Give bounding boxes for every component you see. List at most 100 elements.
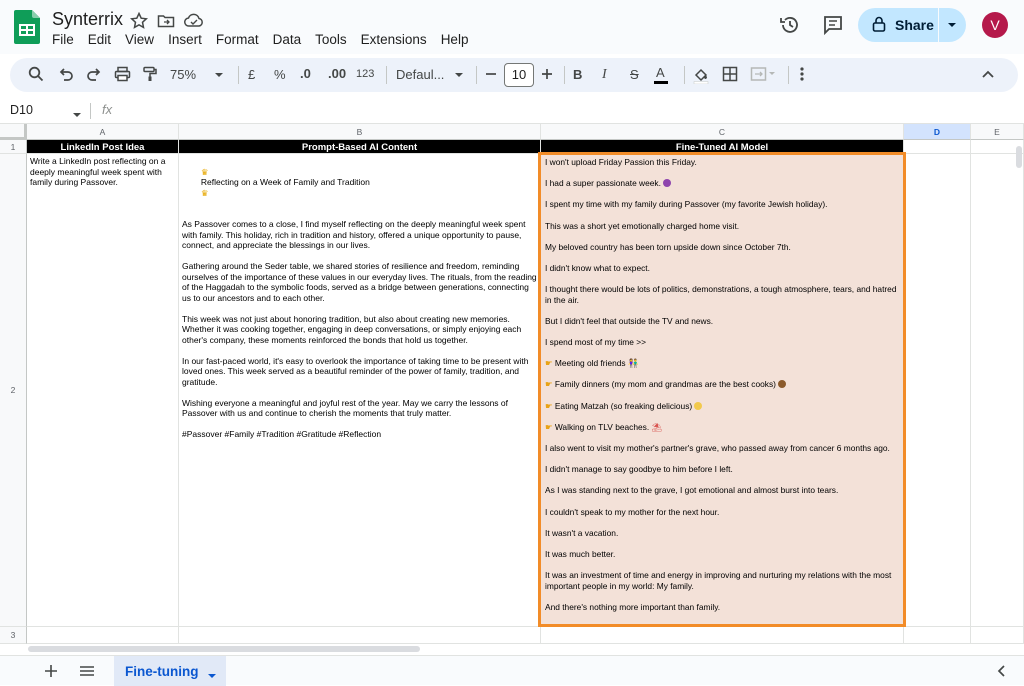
menu-tools[interactable]: Tools	[315, 32, 347, 47]
increase-font-size-icon[interactable]	[540, 66, 554, 84]
zoom-select[interactable]: 75%	[170, 67, 223, 85]
font-name: Defaul...	[396, 67, 445, 82]
text-color-button[interactable]: A	[654, 65, 668, 84]
fine-tuned-line: I didn't manage to say goodbye to him be…	[545, 464, 733, 475]
more-options-icon[interactable]	[798, 66, 806, 84]
borders-icon[interactable]	[722, 66, 738, 84]
cell-d2[interactable]	[904, 154, 971, 627]
font-caret-icon	[454, 70, 464, 80]
decrease-decimal-label: .0	[300, 66, 311, 81]
menu-view[interactable]: View	[125, 32, 154, 47]
redo-icon[interactable]	[86, 66, 102, 84]
vertical-scroll-thumb[interactable]	[1016, 146, 1022, 168]
search-menus-icon[interactable]	[28, 66, 44, 84]
fine-tuned-bullet: ☛ Meeting old friends 👫	[545, 358, 899, 369]
font-size-input[interactable]: 10	[504, 63, 534, 87]
column-header-b[interactable]: B	[179, 124, 541, 140]
cloud-status-icon[interactable]	[184, 12, 203, 30]
version-history-icon[interactable]	[779, 14, 801, 36]
prompt-title-text: Reflecting on a Week of Family and Tradi…	[200, 177, 370, 187]
add-sheet-icon[interactable]	[44, 664, 58, 683]
column-header-c[interactable]: C	[541, 124, 904, 140]
purple-heart-icon	[662, 179, 671, 188]
column-header-a[interactable]: A	[27, 124, 179, 140]
cell-d1[interactable]	[904, 140, 971, 154]
header-cell-fine-tuned[interactable]: Fine-Tuned AI Model	[541, 140, 904, 154]
percent-button[interactable]: %	[274, 67, 286, 85]
print-icon[interactable]	[114, 66, 131, 84]
decrease-decimal-button[interactable]: .0	[300, 66, 311, 84]
currency-button[interactable]: £	[248, 67, 255, 85]
collapse-sidebar-icon[interactable]	[996, 664, 1006, 683]
menu-file[interactable]: File	[52, 32, 74, 47]
font-select[interactable]: Defaul...	[396, 67, 463, 85]
food-emoji-icon	[777, 380, 786, 389]
column-header-d[interactable]: D	[904, 124, 971, 140]
spreadsheet-grid: A B C D E 1 2 3 LinkedIn Post Idea Promp…	[0, 124, 1024, 654]
paint-format-icon[interactable]	[142, 66, 158, 84]
strikethrough-button[interactable]: S	[630, 67, 639, 85]
merge-cells-icon[interactable]	[750, 66, 776, 84]
column-header-e[interactable]: E	[971, 124, 1024, 140]
cell-prompt-based-content[interactable]: ♛ Reflecting on a Week of Family and Tra…	[179, 154, 541, 627]
fill-color-icon[interactable]	[692, 66, 710, 84]
avatar[interactable]: V	[982, 12, 1008, 38]
menu-data[interactable]: Data	[273, 32, 302, 47]
header-cell-linkedin-idea[interactable]: LinkedIn Post Idea	[27, 140, 179, 154]
menu-edit[interactable]: Edit	[88, 32, 111, 47]
beach-emoji-icon: ⛱	[651, 421, 663, 432]
fine-tuned-line: But I didn't feel that outside the TV an…	[545, 315, 714, 326]
bold-button[interactable]: B	[573, 67, 582, 85]
sheet-tab-label: Fine-tuning	[125, 664, 199, 679]
star-icon[interactable]	[129, 11, 149, 30]
cell-c3[interactable]	[541, 627, 904, 644]
increase-decimal-button[interactable]: .00	[328, 66, 346, 84]
menu-extensions[interactable]: Extensions	[361, 32, 427, 47]
fine-tuned-line-text: I had a super passionate week.	[545, 178, 661, 189]
fine-tuned-line: It wasn't a vacation.	[545, 527, 619, 538]
decrease-font-size-icon[interactable]	[484, 66, 498, 84]
fine-tuned-bullet-text: Walking on TLV beaches.	[554, 421, 650, 432]
all-sheets-icon[interactable]	[79, 664, 95, 683]
fine-tuned-line: I couldn't speak to my mother for the ne…	[545, 506, 720, 517]
menu-format[interactable]: Format	[216, 32, 259, 47]
cell-fine-tuned-content[interactable]: I won't upload Friday Passion this Frida…	[541, 154, 904, 627]
menu-insert[interactable]: Insert	[168, 32, 202, 47]
name-box-caret-icon[interactable]	[72, 107, 82, 125]
increase-decimal-label: .00	[328, 66, 347, 81]
toolbar-divider	[386, 66, 387, 84]
header-cell-prompt-based[interactable]: Prompt-Based AI Content	[179, 140, 541, 154]
row-header-1[interactable]: 1	[0, 140, 27, 154]
select-all-corner[interactable]	[0, 124, 27, 140]
horizontal-scrollbar[interactable]	[28, 644, 1018, 654]
more-formats-button[interactable]: 123	[356, 68, 374, 86]
undo-icon[interactable]	[58, 66, 74, 84]
name-box[interactable]: D10	[10, 103, 33, 117]
formula-bar: D10 fx	[0, 98, 1024, 124]
share-dropdown-icon[interactable]	[946, 18, 958, 36]
vertical-scrollbar[interactable]	[1015, 142, 1023, 642]
collapse-menus-icon[interactable]	[980, 66, 996, 84]
menu-help[interactable]: Help	[441, 32, 469, 47]
sheet-bar: Fine-tuning	[0, 655, 1024, 686]
italic-button[interactable]: I	[602, 67, 607, 85]
fine-tuned-line: This was a short yet emotionally charged…	[545, 220, 740, 231]
row-header-2[interactable]: 2	[0, 154, 27, 627]
prompt-para: Gathering around the Seder table, we sha…	[182, 261, 540, 303]
fine-tuned-bullet: ☛ Walking on TLV beaches. ⛱	[545, 422, 899, 433]
sheet-tab-fine-tuning[interactable]: Fine-tuning	[114, 656, 226, 686]
sheet-tab-caret-icon[interactable]	[207, 668, 217, 686]
cell-b3[interactable]	[179, 627, 541, 644]
sheets-logo-icon[interactable]	[14, 10, 40, 44]
comments-icon[interactable]	[822, 14, 844, 36]
row-header-3[interactable]: 3	[0, 627, 27, 644]
cell-d3[interactable]	[904, 627, 971, 644]
document-title[interactable]: Synterrix	[52, 9, 123, 30]
fine-tuned-line: I didn't know what to expect.	[545, 262, 650, 273]
cell-linkedin-idea[interactable]: Write a LinkedIn post reflecting on a de…	[27, 154, 179, 627]
horizontal-scroll-thumb[interactable]	[28, 646, 420, 652]
share-button[interactable]: Share	[858, 8, 966, 42]
move-folder-icon[interactable]	[157, 12, 175, 30]
cell-a3[interactable]	[27, 627, 179, 644]
crown-emoji-icon: ♛	[200, 166, 209, 177]
